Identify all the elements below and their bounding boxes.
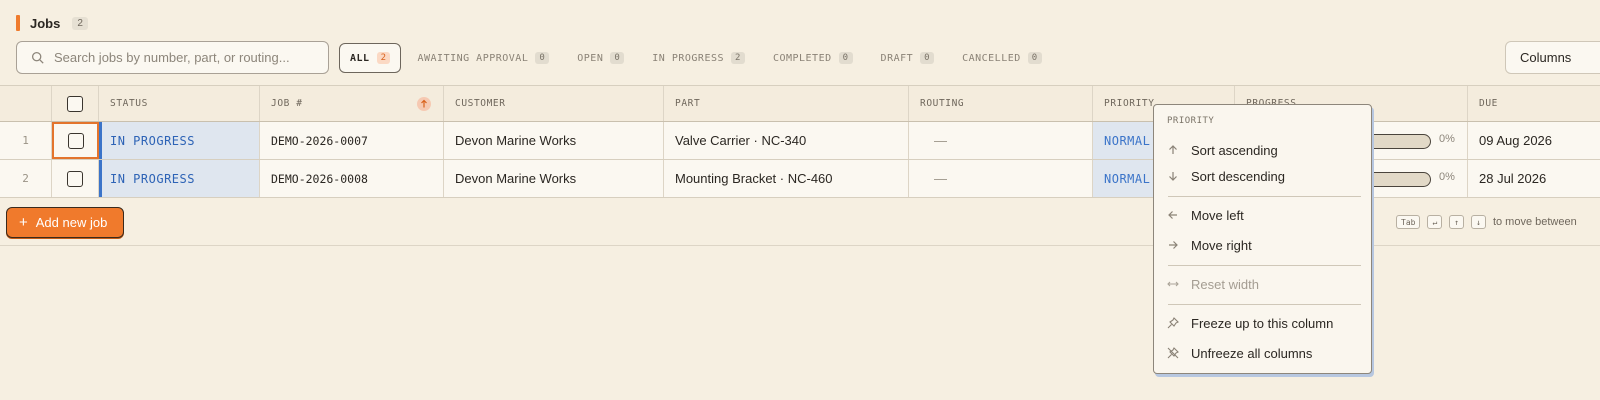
tab-label: CANCELLED	[962, 52, 1021, 64]
menu-freeze-column[interactable]: Freeze up to this column	[1167, 313, 1333, 333]
tab-count: 0	[920, 52, 935, 64]
customer-cell[interactable]: Devon Marine Works	[444, 122, 664, 159]
select-all-checkbox[interactable]	[67, 95, 83, 112]
header-routing[interactable]: ROUTING	[909, 86, 1093, 121]
header-job[interactable]: JOB #	[260, 86, 444, 121]
title-accent-bar	[16, 15, 20, 31]
part-cell[interactable]: Mounting Bracket · NC-460	[664, 160, 909, 197]
tab-open[interactable]: OPEN 0	[565, 43, 636, 73]
menu-item-label: Freeze up to this column	[1191, 315, 1334, 331]
add-button-label: Add new job	[35, 215, 108, 230]
row-select-cell[interactable]	[52, 160, 99, 197]
tab-count: 2	[376, 52, 391, 64]
tab-label: AWAITING APPROVAL	[417, 52, 529, 64]
progress-percent: 0%	[1439, 171, 1455, 183]
jobs-count-badge: 2	[72, 16, 88, 30]
menu-move-left[interactable]: Move left	[1167, 205, 1244, 225]
part-cell[interactable]: Valve Carrier · NC-340	[664, 122, 909, 159]
header-due[interactable]: DUE	[1468, 86, 1600, 121]
routing-cell[interactable]: —	[909, 160, 1093, 197]
row-select-cell[interactable]	[52, 122, 99, 159]
hint-text: to move between	[1492, 216, 1577, 228]
header-index	[0, 86, 52, 121]
header-part[interactable]: PART	[664, 86, 909, 121]
status-filter-tabs: ALL 2 AWAITING APPROVAL 0 OPEN 0 IN PROGRES…	[339, 43, 1058, 73]
due-date-cell[interactable]: 28 Jul 2026	[1468, 160, 1600, 197]
arrow-down-icon	[1167, 170, 1179, 182]
menu-reset-width: Reset width	[1167, 274, 1259, 294]
tab-label: OPEN	[577, 52, 604, 64]
key-up: ↑	[1449, 215, 1465, 229]
customer-cell[interactable]: Devon Marine Works	[444, 160, 664, 197]
row-index: 1	[0, 122, 52, 159]
page-header: Jobs 2	[16, 14, 88, 32]
tab-completed[interactable]: COMPLETED 0	[761, 43, 865, 73]
arrow-up-icon	[1167, 144, 1179, 156]
tab-count: 2	[731, 52, 745, 64]
routing-cell[interactable]: —	[909, 122, 1093, 159]
status-cell[interactable]: IN PROGRESS	[99, 122, 260, 159]
menu-separator	[1168, 265, 1361, 266]
resize-horizontal-icon	[1167, 278, 1179, 290]
row-checkbox[interactable]	[67, 170, 83, 187]
menu-unfreeze-columns[interactable]: Unfreeze all columns	[1167, 343, 1312, 363]
menu-item-label: Unfreeze all columns	[1191, 345, 1313, 361]
tab-label: COMPLETED	[772, 52, 832, 64]
header-customer[interactable]: CUSTOMER	[444, 86, 664, 121]
keyboard-hint: Tab ↵ ↑ ↓ to move between	[1396, 215, 1577, 229]
page-title: Jobs	[30, 15, 61, 31]
column-context-menu: PRIORITY Sort ascending Sort descending …	[1153, 104, 1372, 374]
menu-separator	[1168, 304, 1361, 305]
due-date-cell[interactable]: 09 Aug 2026	[1468, 122, 1600, 159]
key-tab: Tab	[1396, 215, 1421, 229]
plus-icon: +	[19, 214, 28, 231]
tab-draft[interactable]: DRAFT 0	[869, 43, 947, 73]
tab-all[interactable]: ALL 2	[339, 43, 402, 73]
menu-item-label: Move left	[1191, 207, 1244, 223]
sort-ascending-icon[interactable]	[417, 97, 431, 111]
tab-count: 0	[535, 52, 550, 64]
menu-separator	[1168, 196, 1361, 197]
menu-heading: PRIORITY	[1167, 116, 1215, 126]
pin-icon	[1167, 317, 1179, 329]
menu-item-label: Sort ascending	[1191, 142, 1278, 158]
key-down: ↓	[1471, 215, 1486, 229]
search-box[interactable]	[16, 41, 329, 74]
menu-item-label: Reset width	[1191, 276, 1259, 292]
arrow-right-icon	[1167, 239, 1179, 251]
tab-count: 0	[838, 52, 853, 64]
progress-percent: 0%	[1439, 133, 1455, 145]
key-enter: ↵	[1427, 215, 1443, 229]
header-status[interactable]: STATUS	[99, 86, 260, 121]
tab-label: ALL	[350, 52, 370, 64]
add-new-job-button[interactable]: + Add new job	[6, 207, 124, 238]
row-checkbox[interactable]	[67, 132, 84, 149]
header-select-all	[52, 86, 99, 121]
search-input[interactable]	[54, 50, 314, 65]
tab-awaiting-approval[interactable]: AWAITING APPROVAL 0	[405, 43, 561, 73]
row-index: 2	[0, 160, 52, 197]
job-number-cell[interactable]: DEMO-2026-0008	[260, 160, 444, 197]
tab-count: 0	[610, 52, 625, 64]
menu-sort-descending[interactable]: Sort descending	[1167, 166, 1285, 186]
arrow-left-icon	[1167, 209, 1179, 221]
pin-off-icon	[1167, 347, 1179, 359]
menu-item-label: Move right	[1191, 237, 1252, 253]
tab-cancelled[interactable]: CANCELLED 0	[950, 43, 1054, 73]
header-job-label: JOB #	[271, 98, 303, 109]
status-cell[interactable]: IN PROGRESS	[99, 160, 260, 197]
menu-sort-ascending[interactable]: Sort ascending	[1167, 140, 1278, 160]
tab-in-progress[interactable]: IN PROGRESS 2	[640, 43, 757, 73]
tab-count: 0	[1027, 52, 1042, 64]
search-icon	[31, 51, 44, 64]
columns-button[interactable]: Columns	[1505, 41, 1600, 74]
job-number-cell[interactable]: DEMO-2026-0007	[260, 122, 444, 159]
menu-item-label: Sort descending	[1191, 168, 1285, 184]
tab-label: IN PROGRESS	[652, 52, 725, 64]
menu-move-right[interactable]: Move right	[1167, 235, 1252, 255]
tab-label: DRAFT	[880, 52, 914, 64]
